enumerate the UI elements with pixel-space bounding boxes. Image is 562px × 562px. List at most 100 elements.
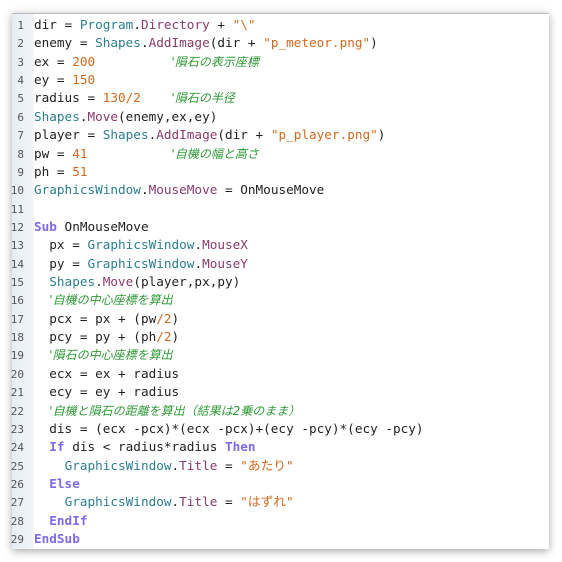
code-line[interactable]: 9 ph = 51 xyxy=(12,163,424,181)
member-token: Move xyxy=(87,108,119,124)
code-line[interactable]: 3 ex = 200 '隕石の表示座標 xyxy=(12,53,424,71)
code-text: . xyxy=(133,17,141,32)
member-token: Move xyxy=(102,274,134,290)
line-number: 11 xyxy=(10,202,24,216)
code-line[interactable]: 22 '自機と隕石の距離を算出（結果は2乗のまま） xyxy=(11,402,424,420)
code-line[interactable]: 2 enemy = Shapes.AddImage(dir + "p_meteor… xyxy=(12,34,424,52)
keyword-token: If xyxy=(49,439,65,455)
code-line[interactable]: 24 If dis < radius*radius Then xyxy=(11,438,424,456)
line-number: 24 xyxy=(10,441,24,455)
keyword-token: EndSub xyxy=(34,531,80,547)
line-number: 20 xyxy=(10,367,24,381)
string-token: "\" xyxy=(232,17,256,32)
code-line[interactable]: 4 ey = 150 xyxy=(12,71,424,89)
code-line[interactable]: 7 player = Shapes.AddImage(dir + "p_playe… xyxy=(12,126,424,144)
line-number: 27 xyxy=(10,496,24,510)
code-text: ecx = ex + radius xyxy=(34,365,180,381)
code-text: + xyxy=(209,17,233,32)
line-number: 16 xyxy=(10,294,24,308)
code-line[interactable]: 27 GraphicsWindow.Title = "はずれ" xyxy=(11,493,424,511)
line-number: 7 xyxy=(17,129,24,143)
code-text: pcx = px + (pw xyxy=(34,310,157,326)
code-line[interactable]: 14 py = GraphicsWindow.MouseY xyxy=(11,255,424,273)
number-token: 41 xyxy=(72,145,88,161)
code-line[interactable]: 29 EndSub xyxy=(11,530,424,548)
line-number: 22 xyxy=(10,404,24,418)
code-line[interactable]: 23 dis = (ecx -pcx)*(ecx -pcx)+(ecy -pcy… xyxy=(11,420,424,438)
code-text: player = xyxy=(34,127,103,143)
code-line[interactable]: 21 ecy = ey + radius xyxy=(11,383,424,401)
line-number: 19 xyxy=(10,349,24,363)
member-token: Title xyxy=(179,494,218,510)
code-line[interactable]: 16 '自機の中心座標を算出 xyxy=(11,291,424,309)
line-number: 13 xyxy=(10,239,24,253)
code-text: (player,px,py) xyxy=(133,274,241,290)
line-number: 5 xyxy=(17,92,24,106)
code-text: . xyxy=(171,494,180,510)
code-editor[interactable]: 1 dir = Program.Directory + "\" 2 enemy = S… xyxy=(11,13,549,549)
number-token: /2 xyxy=(156,310,172,326)
code-text: (enemy,ex,ey) xyxy=(118,108,218,124)
code-line[interactable]: 10 GraphicsWindow.MouseMove = OnMouseMove xyxy=(11,181,424,199)
object-token: Shapes xyxy=(95,35,141,51)
comment-token: '隕石の中心座標を算出 xyxy=(49,348,173,363)
code-text: = xyxy=(217,457,241,473)
comment-token: '自機の幅と高さ xyxy=(171,146,259,161)
code-text: px = xyxy=(34,237,88,253)
code-line[interactable]: 17 pcx = px + (pw/2) xyxy=(11,310,424,328)
line-number: 26 xyxy=(10,477,24,491)
code-line[interactable]: 5 radius = 130/2 '隕石の半径 xyxy=(12,89,424,107)
code-line[interactable]: 19 '隕石の中心座標を算出 xyxy=(11,346,424,364)
line-number: 9 xyxy=(17,165,24,179)
code-text: . xyxy=(194,237,203,253)
line-number: 18 xyxy=(10,331,24,345)
comment-token: '隕石の半径 xyxy=(171,91,235,106)
code-area[interactable]: 1 dir = Program.Directory + "\" 2 enemy = S… xyxy=(11,16,424,548)
code-line[interactable]: 15 Shapes.Move(player,px,py) xyxy=(11,273,424,291)
line-number: 4 xyxy=(17,74,24,88)
keyword-token: EndIf xyxy=(49,512,88,528)
line-number: 15 xyxy=(10,276,24,290)
member-token: MouseY xyxy=(202,255,248,271)
keyword-token: Sub xyxy=(34,218,57,234)
code-text: ) xyxy=(370,35,378,51)
code-line[interactable]: 13 px = GraphicsWindow.MouseX xyxy=(11,236,424,254)
code-line[interactable]: 26 Else xyxy=(11,475,424,493)
code-text: radius = xyxy=(34,90,103,106)
code-line[interactable]: 1 dir = Program.Directory + "\" xyxy=(12,16,424,34)
line-number: 6 xyxy=(17,110,24,124)
object-token: GraphicsWindow xyxy=(87,237,195,253)
code-line[interactable]: 8 pw = 41 '自機の幅と高さ xyxy=(12,145,424,163)
line-number: 2 xyxy=(17,37,24,51)
code-text: . xyxy=(171,457,180,473)
line-number: 3 xyxy=(17,55,24,69)
code-text: ex = xyxy=(34,53,73,69)
member-token: Title xyxy=(179,457,218,473)
code-line[interactable]: 18 pcy = py + (ph/2) xyxy=(11,328,424,346)
code-text: = OnMouseMove xyxy=(217,182,325,198)
number-token: 51 xyxy=(72,163,88,179)
code-text: dir = xyxy=(34,17,80,32)
code-line[interactable]: 6 Shapes.Move(enemy,ex,ey) xyxy=(12,108,424,126)
line-number: 14 xyxy=(10,257,24,271)
keyword-token: Else xyxy=(49,475,80,491)
member-token: Directory xyxy=(140,17,210,32)
object-token: GraphicsWindow xyxy=(87,255,195,271)
comment-token: '自機と隕石の距離を算出（結果は2乗のまま） xyxy=(49,403,301,418)
code-line[interactable]: 25 GraphicsWindow.Title = "あたり" xyxy=(11,457,424,475)
line-number: 23 xyxy=(10,422,24,436)
code-line[interactable]: 11 xyxy=(11,200,424,218)
object-token: Shapes xyxy=(34,108,80,124)
code-line[interactable]: 12 Sub OnMouseMove xyxy=(11,218,424,236)
code-text: . xyxy=(194,255,203,271)
comment-token: '隕石の表示座標 xyxy=(171,54,259,69)
code-text: . xyxy=(140,182,149,198)
code-line[interactable]: 28 EndIf xyxy=(11,512,424,530)
code-line[interactable]: 20 ecx = ex + radius xyxy=(11,365,424,383)
